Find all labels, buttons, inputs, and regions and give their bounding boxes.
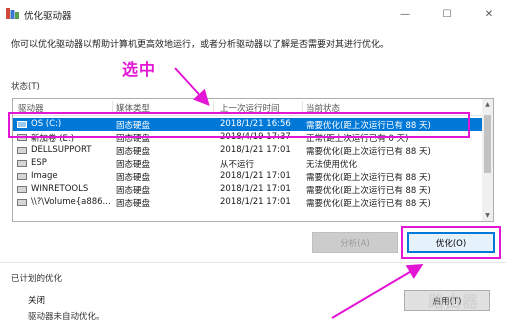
drive-list[interactable]: 驱动器 媒体类型 上一次运行时间 当前状态 OS (C:) 固态硬盘 2018/1/…: [12, 98, 494, 222]
title-bar: 优化驱动器 — ☐ ✕: [0, 0, 506, 28]
last-run-time: 2018/1/21 17:01: [220, 184, 291, 194]
current-status: 正常(距上次运行已有 0 天): [306, 134, 409, 144]
close-button[interactable]: ✕: [474, 0, 504, 28]
maximize-button[interactable]: ☐: [432, 0, 462, 28]
drive-name: ESP: [31, 158, 47, 168]
current-status: 需要优化(距上次运行已有 88 天): [306, 121, 431, 131]
table-row[interactable]: 新加卷 (E:) 固态硬盘 2018/4/19 17:37 正常(距上次运行已有 0 …: [13, 131, 483, 144]
scheduled-optimization-label: 已计划的优化: [11, 274, 63, 284]
drive-name: OS (C:): [31, 119, 62, 129]
defrag-app-icon: [6, 8, 19, 19]
current-status: 需要优化(距上次运行已有 88 天): [306, 186, 431, 196]
media-type: 固态硬盘: [116, 199, 151, 209]
annotation-label: 选中: [122, 60, 157, 79]
window-title: 优化驱动器: [24, 11, 72, 22]
optimize-button[interactable]: 优化(O): [407, 232, 495, 253]
media-type: 固态硬盘: [116, 160, 151, 170]
drive-icon: [17, 199, 27, 206]
drive-name: 新加卷 (E:): [31, 134, 75, 144]
minimize-button[interactable]: —: [390, 0, 420, 28]
list-header: 驱动器 媒体类型 上一次运行时间 当前状态: [13, 99, 483, 116]
watermark-logo: 路由器: [428, 292, 480, 311]
drive-icon: [17, 121, 27, 128]
scheduled-state: 关闭: [28, 296, 46, 306]
drive-name: Image: [31, 171, 58, 181]
scroll-up-arrow-icon[interactable]: ▲: [482, 99, 493, 110]
drive-icon: [17, 186, 27, 193]
analyze-button[interactable]: 分析(A): [312, 232, 398, 253]
drive-name: WINRETOOLS: [31, 184, 89, 194]
drive-icon: [17, 160, 27, 167]
column-divider[interactable]: [213, 101, 214, 114]
table-row[interactable]: WINRETOOLS 固态硬盘 2018/1/21 17:01 需要优化(距上次运行已…: [13, 183, 483, 196]
drive-icon: [17, 134, 27, 141]
section-divider: [0, 262, 506, 263]
drive-icon: [17, 147, 27, 154]
last-run-time: 从不运行: [220, 160, 255, 170]
media-type: 固态硬盘: [116, 173, 151, 183]
last-run-time: 2018/1/21 17:01: [220, 197, 291, 207]
table-row[interactable]: \\?\Volume{a886... 固态硬盘 2018/1/21 17:01 需要优…: [13, 196, 483, 209]
column-header-last-run[interactable]: 上一次运行时间: [220, 102, 280, 114]
column-header-current-status[interactable]: 当前状态: [306, 102, 340, 114]
column-divider[interactable]: [112, 101, 113, 114]
column-divider[interactable]: [302, 101, 303, 114]
column-header-media-type[interactable]: 媒体类型: [116, 102, 150, 114]
table-row[interactable]: OS (C:) 固态硬盘 2018/1/21 16:56 需要优化(距上次运行已有 8…: [13, 118, 483, 131]
last-run-time: 2018/1/21 17:01: [220, 171, 291, 181]
table-row[interactable]: Image 固态硬盘 2018/1/21 17:01 需要优化(距上次运行已有 88 …: [13, 170, 483, 183]
media-type: 固态硬盘: [116, 147, 151, 157]
drive-name: \\?\Volume{a886...: [31, 197, 111, 207]
scrollbar-thumb[interactable]: [484, 115, 491, 173]
last-run-time: 2018/4/19 17:37: [220, 132, 291, 142]
column-header-drive[interactable]: 驱动器: [18, 102, 44, 114]
drive-name: DELLSUPPORT: [31, 145, 92, 155]
status-label: 状态(T): [11, 82, 40, 92]
media-type: 固态硬盘: [116, 134, 151, 144]
current-status: 需要优化(距上次运行已有 88 天): [306, 173, 431, 183]
media-type: 固态硬盘: [116, 186, 151, 196]
vertical-scrollbar[interactable]: ▲ ▼: [482, 99, 493, 221]
last-run-time: 2018/1/21 17:01: [220, 145, 291, 155]
table-row[interactable]: ESP 固态硬盘 从不运行 无法使用优化: [13, 157, 483, 170]
scroll-down-arrow-icon[interactable]: ▼: [482, 210, 493, 221]
media-type: 固态硬盘: [116, 121, 151, 131]
intro-text: 你可以优化驱动器以帮助计算机更高效地运行，或者分析驱动器以了解是否需要对其进行优…: [11, 40, 390, 50]
current-status: 需要优化(距上次运行已有 88 天): [306, 147, 431, 157]
current-status: 无法使用优化: [306, 160, 358, 170]
scheduled-description: 驱动器未自动优化。: [28, 312, 105, 322]
current-status: 需要优化(距上次运行已有 88 天): [306, 199, 431, 209]
drive-icon: [17, 173, 27, 180]
table-row[interactable]: DELLSUPPORT 固态硬盘 2018/1/21 17:01 需要优化(距上次运行…: [13, 144, 483, 157]
last-run-time: 2018/1/21 16:56: [220, 119, 291, 129]
